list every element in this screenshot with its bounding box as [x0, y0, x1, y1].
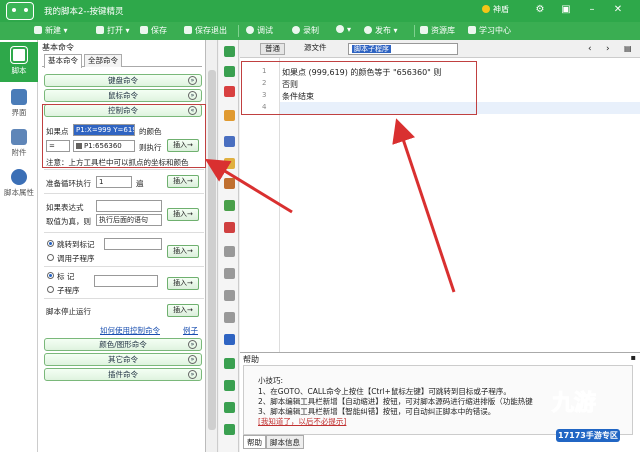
annotation-arrows [204, 118, 456, 293]
arrow-to-editor [392, 118, 456, 293]
arrow-to-command-panel [204, 158, 293, 214]
